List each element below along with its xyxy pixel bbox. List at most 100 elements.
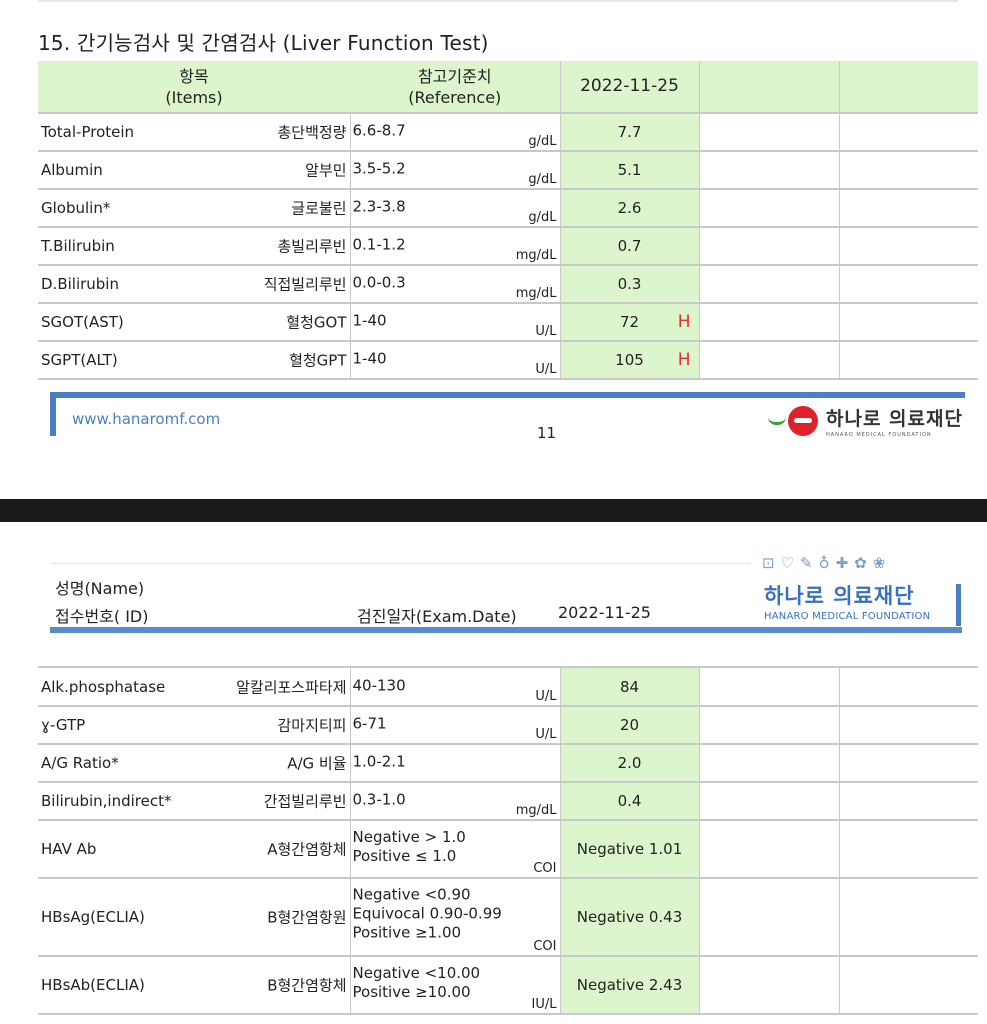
logo-en-text: HANARO MEDICAL FOUNDATION bbox=[826, 432, 932, 438]
result-value: 2.0 bbox=[617, 754, 642, 772]
empty-cell bbox=[699, 706, 840, 745]
header-items-en: (Items) bbox=[165, 87, 223, 107]
item-name: HBsAb(ECLIA) bbox=[41, 976, 145, 994]
empty-cell bbox=[699, 782, 840, 821]
reference-line: Equivocal 0.90-0.99 bbox=[352, 904, 502, 923]
unit-label: g/dL bbox=[528, 134, 557, 149]
item-name: D.Bilirubin bbox=[41, 275, 119, 293]
result-value: 72 bbox=[619, 313, 640, 331]
item-cell: HBsAg(ECLIA) B형간염항원 bbox=[38, 878, 350, 957]
result-value: 5.1 bbox=[617, 161, 642, 179]
item-cell: D.Bilirubin 직접빌리루빈 bbox=[38, 265, 350, 304]
reference-cell: 0.1-1.2 mg/dL bbox=[349, 227, 560, 266]
empty-cell bbox=[839, 265, 978, 304]
unit-label: mg/dL bbox=[515, 286, 557, 301]
header-empty-col bbox=[699, 61, 840, 114]
table-row: T.Bilirubin 총빌리루빈 0.1-1.2 mg/dL 0.7 bbox=[38, 227, 978, 266]
unit-label: mg/dL bbox=[515, 248, 557, 263]
reference-range: 2.3-3.8 bbox=[352, 197, 406, 216]
result-cell: 20 bbox=[559, 706, 700, 745]
table-row: Alk.phosphatase 알칼리포스파타제 40-130 U/L 84 bbox=[38, 668, 978, 707]
unit-label: IU/L bbox=[531, 997, 557, 1012]
result-cell: 7.7 bbox=[559, 113, 700, 152]
id-label: 접수번호( ID) bbox=[55, 607, 149, 626]
result-value: Negative 1.01 bbox=[576, 840, 683, 858]
result-cell: 0.3 bbox=[559, 265, 700, 304]
high-flag: H bbox=[677, 350, 691, 370]
table-row: Globulin* 글로불린 2.3-3.8 g/dL 2.6 bbox=[38, 189, 978, 228]
unit-label: U/L bbox=[535, 362, 557, 377]
empty-cell bbox=[699, 668, 840, 707]
item-name: SGPT(ALT) bbox=[41, 351, 118, 369]
unit-label: g/dL bbox=[528, 172, 557, 187]
empty-cell bbox=[699, 341, 840, 380]
header-empty-col bbox=[839, 61, 978, 114]
reference-range: 0.1-1.2 bbox=[352, 235, 406, 254]
table-row: A/G Ratio* A/G 비율 1.0-2.1 2.0 bbox=[38, 744, 978, 783]
reference-cell: 0.3-1.0 mg/dL bbox=[349, 782, 560, 821]
empty-cell bbox=[699, 878, 840, 957]
result-cell: 0.4 bbox=[559, 782, 700, 821]
reference-range: Negative <10.00 Positive ≥10.00 bbox=[353, 964, 481, 1002]
unit-label: U/L bbox=[535, 727, 557, 742]
header-bar-2 bbox=[50, 627, 962, 633]
reference-cell: 2.3-3.8 g/dL bbox=[349, 189, 560, 228]
reference-cell: Negative <10.00 Positive ≥10.00 IU/L bbox=[349, 956, 560, 1015]
empty-cell bbox=[839, 782, 978, 821]
logo2-en-text: HANARO MEDICAL FOUNDATION bbox=[764, 611, 931, 622]
unit-label: U/L bbox=[535, 689, 557, 704]
item-name-kr: A/G 비율 bbox=[287, 754, 347, 773]
reference-cell: 0.0-0.3 mg/dL bbox=[349, 265, 560, 304]
result-value: 2.6 bbox=[617, 199, 642, 217]
header-ref-kr: 참고기준치 bbox=[417, 66, 492, 86]
table-row: ɣ-GTP 감마지티피 6-71 U/L 20 bbox=[38, 706, 978, 745]
reference-cell: 6.6-8.7 g/dL bbox=[349, 113, 560, 152]
reference-range: 0.0-0.3 bbox=[352, 273, 406, 292]
medical-icons: ⊡♡✎♁✚✿❀ bbox=[762, 554, 892, 572]
reference-line: Positive ≤ 1.0 bbox=[352, 847, 457, 866]
result-cell: 5.1 bbox=[559, 151, 700, 190]
table-row: SGOT(AST) 혈청GOT 1-40 U/L 72 H bbox=[38, 303, 978, 342]
dotted-rule bbox=[52, 563, 752, 564]
empty-cell bbox=[839, 227, 978, 266]
empty-cell bbox=[839, 113, 978, 152]
empty-cell bbox=[839, 744, 978, 783]
footer-url-link[interactable]: www.hanaromf.com bbox=[72, 410, 220, 428]
result-value: 84 bbox=[619, 677, 640, 696]
reference-cell: 40-130 U/L bbox=[349, 668, 560, 707]
logo-swoosh-icon bbox=[768, 417, 786, 425]
reference-cell: 1-40 U/L bbox=[349, 303, 560, 342]
result-value: 7.7 bbox=[617, 123, 642, 141]
reference-line: Negative > 1.0 bbox=[352, 828, 466, 847]
item-name-kr: 간접빌리루빈 bbox=[263, 792, 347, 811]
table-row: Albumin 알부민 3.5-5.2 g/dL 5.1 bbox=[38, 151, 978, 190]
unit-label: U/L bbox=[535, 324, 557, 339]
item-name: A/G Ratio* bbox=[41, 754, 119, 772]
reference-line: Positive ≥10.00 bbox=[352, 983, 471, 1002]
table-row: D.Bilirubin 직접빌리루빈 0.0-0.3 mg/dL 0.3 bbox=[38, 265, 978, 304]
result-value: 105 bbox=[615, 351, 644, 369]
item-cell: Bilirubin,indirect* 간접빌리루빈 bbox=[38, 782, 350, 821]
liver-test-table-2: Alk.phosphatase 알칼리포스파타제 40-130 U/L 84 ɣ-GTP 감… bbox=[38, 668, 978, 1015]
hanaro-logo: 하나로 의료재단 HANARO MEDICAL FOUNDATION bbox=[768, 404, 963, 438]
empty-cell bbox=[839, 956, 978, 1015]
reference-cell: 3.5-5.2 g/dL bbox=[349, 151, 560, 190]
table-row: SGPT(ALT) 혈청GPT 1-40 U/L 105 H bbox=[38, 341, 978, 380]
table-row: Bilirubin,indirect* 간접빌리루빈 0.3-1.0 mg/dL 0.4 bbox=[38, 782, 978, 821]
item-name: ɣ-GTP bbox=[41, 716, 86, 734]
section-title: 15. 간기능검사 및 간염검사 (Liver Function Test) bbox=[38, 31, 489, 55]
empty-cell bbox=[839, 668, 978, 707]
reference-range: 0.3-1.0 bbox=[352, 790, 406, 809]
empty-cell bbox=[699, 820, 840, 879]
empty-cell bbox=[839, 189, 978, 228]
reference-cell: Negative > 1.0 Positive ≤ 1.0 COI bbox=[349, 820, 560, 879]
item-name: Globulin* bbox=[41, 199, 111, 217]
exam-date-label: 검진일자(Exam.Date) bbox=[357, 607, 517, 626]
result-cell: 2.6 bbox=[559, 189, 700, 228]
high-flag: H bbox=[677, 312, 691, 332]
reference-line: Positive ≥1.00 bbox=[352, 923, 462, 942]
reference-cell: Negative <0.90 Equivocal 0.90-0.99 Positiv… bbox=[349, 878, 560, 957]
empty-cell bbox=[839, 706, 978, 745]
table-row: Total-Protein 총단백정량 6.6-8.7 g/dL 7.7 bbox=[38, 113, 978, 152]
result-cell: 2.0 bbox=[559, 744, 700, 783]
